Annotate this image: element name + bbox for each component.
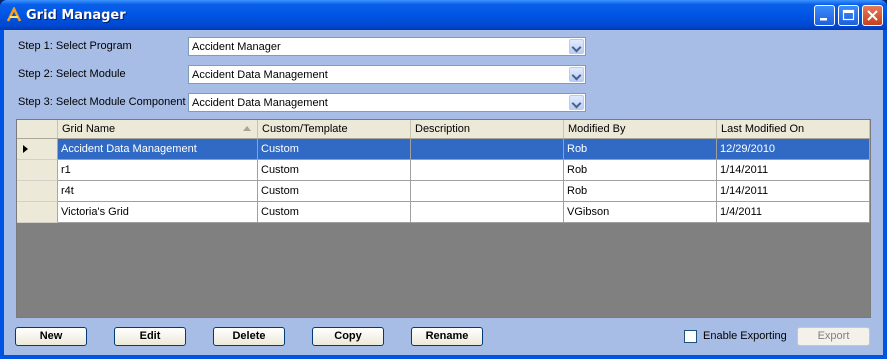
grids-table[interactable]: Grid Name Custom/Template Description Mo… — [16, 119, 871, 318]
program-select[interactable]: Accident Manager — [188, 37, 586, 56]
cell-last-modified-on[interactable]: 12/29/2010 — [717, 139, 870, 160]
table-row[interactable]: r1 Custom Rob 1/14/2011 — [17, 160, 870, 181]
new-button[interactable]: New — [15, 327, 87, 346]
cell-grid-name[interactable]: Victoria's Grid — [58, 202, 258, 223]
cell-modified-by[interactable]: VGibson — [564, 202, 717, 223]
step1-label: Step 1: Select Program — [18, 40, 132, 52]
delete-button[interactable]: Delete — [213, 327, 285, 346]
column-header-custom-template[interactable]: Custom/Template — [258, 120, 411, 138]
row-header-corner — [17, 120, 58, 138]
step3-label: Step 3: Select Module Component — [18, 96, 186, 108]
cell-grid-name[interactable]: Accident Data Management — [58, 139, 258, 160]
cell-modified-by[interactable]: Rob — [564, 139, 717, 160]
step2-label: Step 2: Select Module — [18, 68, 126, 80]
enable-exporting-checkbox[interactable] — [684, 330, 697, 343]
sort-ascending-icon — [243, 126, 251, 131]
chevron-down-icon[interactable] — [569, 95, 584, 110]
cell-grid-name[interactable]: r4t — [58, 181, 258, 202]
rename-button[interactable]: Rename — [411, 327, 483, 346]
export-button[interactable]: Export — [797, 327, 870, 346]
minimize-button[interactable] — [814, 5, 835, 26]
maximize-icon — [842, 9, 855, 21]
chevron-down-icon[interactable] — [569, 39, 584, 54]
cell-description[interactable] — [411, 202, 564, 223]
enable-exporting-label: Enable Exporting — [703, 330, 787, 342]
column-header-last-modified-on[interactable]: Last Modified On — [717, 120, 870, 138]
module-component-select[interactable]: Accident Data Management — [188, 93, 586, 112]
row-selector[interactable] — [17, 160, 58, 181]
client-area: Step 1: Select Program Accident Manager … — [4, 30, 883, 355]
cell-description[interactable] — [411, 139, 564, 160]
module-component-select-value: Accident Data Management — [192, 97, 328, 109]
row-selector[interactable] — [17, 181, 58, 202]
cell-description[interactable] — [411, 181, 564, 202]
minimize-icon — [820, 18, 827, 21]
cell-custom-template[interactable]: Custom — [258, 181, 411, 202]
grid-manager-window: Grid Manager Step 1: Select Program Acci… — [0, 0, 887, 359]
table-header: Grid Name Custom/Template Description Mo… — [17, 120, 870, 139]
title-bar[interactable]: Grid Manager — [0, 0, 887, 30]
row-selector[interactable] — [17, 202, 58, 223]
cell-last-modified-on[interactable]: 1/14/2011 — [717, 160, 870, 181]
column-header-description[interactable]: Description — [411, 120, 564, 138]
column-header-grid-name[interactable]: Grid Name — [58, 120, 258, 138]
cell-custom-template[interactable]: Custom — [258, 202, 411, 223]
cell-modified-by[interactable]: Rob — [564, 160, 717, 181]
table-row[interactable]: Victoria's Grid Custom VGibson 1/4/2011 — [17, 202, 870, 223]
cell-last-modified-on[interactable]: 1/4/2011 — [717, 202, 870, 223]
current-row-pointer-icon — [23, 145, 28, 153]
module-select[interactable]: Accident Data Management — [188, 65, 586, 84]
close-button[interactable] — [862, 5, 883, 26]
window-title: Grid Manager — [26, 8, 126, 23]
column-header-modified-by[interactable]: Modified By — [564, 120, 717, 138]
row-selector[interactable] — [17, 139, 58, 160]
table-row[interactable]: r4t Custom Rob 1/14/2011 — [17, 181, 870, 202]
program-select-value: Accident Manager — [192, 41, 281, 53]
cell-custom-template[interactable]: Custom — [258, 139, 411, 160]
chevron-down-icon[interactable] — [569, 67, 584, 82]
cell-custom-template[interactable]: Custom — [258, 160, 411, 181]
edit-button[interactable]: Edit — [114, 327, 186, 346]
cell-description[interactable] — [411, 160, 564, 181]
table-row[interactable]: Accident Data Management Custom Rob 12/2… — [17, 139, 870, 160]
close-icon — [867, 10, 878, 21]
maximize-button[interactable] — [838, 5, 859, 26]
module-select-value: Accident Data Management — [192, 69, 328, 81]
cell-modified-by[interactable]: Rob — [564, 181, 717, 202]
cell-grid-name[interactable]: r1 — [58, 160, 258, 181]
app-logo-icon — [6, 7, 22, 22]
cell-last-modified-on[interactable]: 1/14/2011 — [717, 181, 870, 202]
copy-button[interactable]: Copy — [312, 327, 384, 346]
